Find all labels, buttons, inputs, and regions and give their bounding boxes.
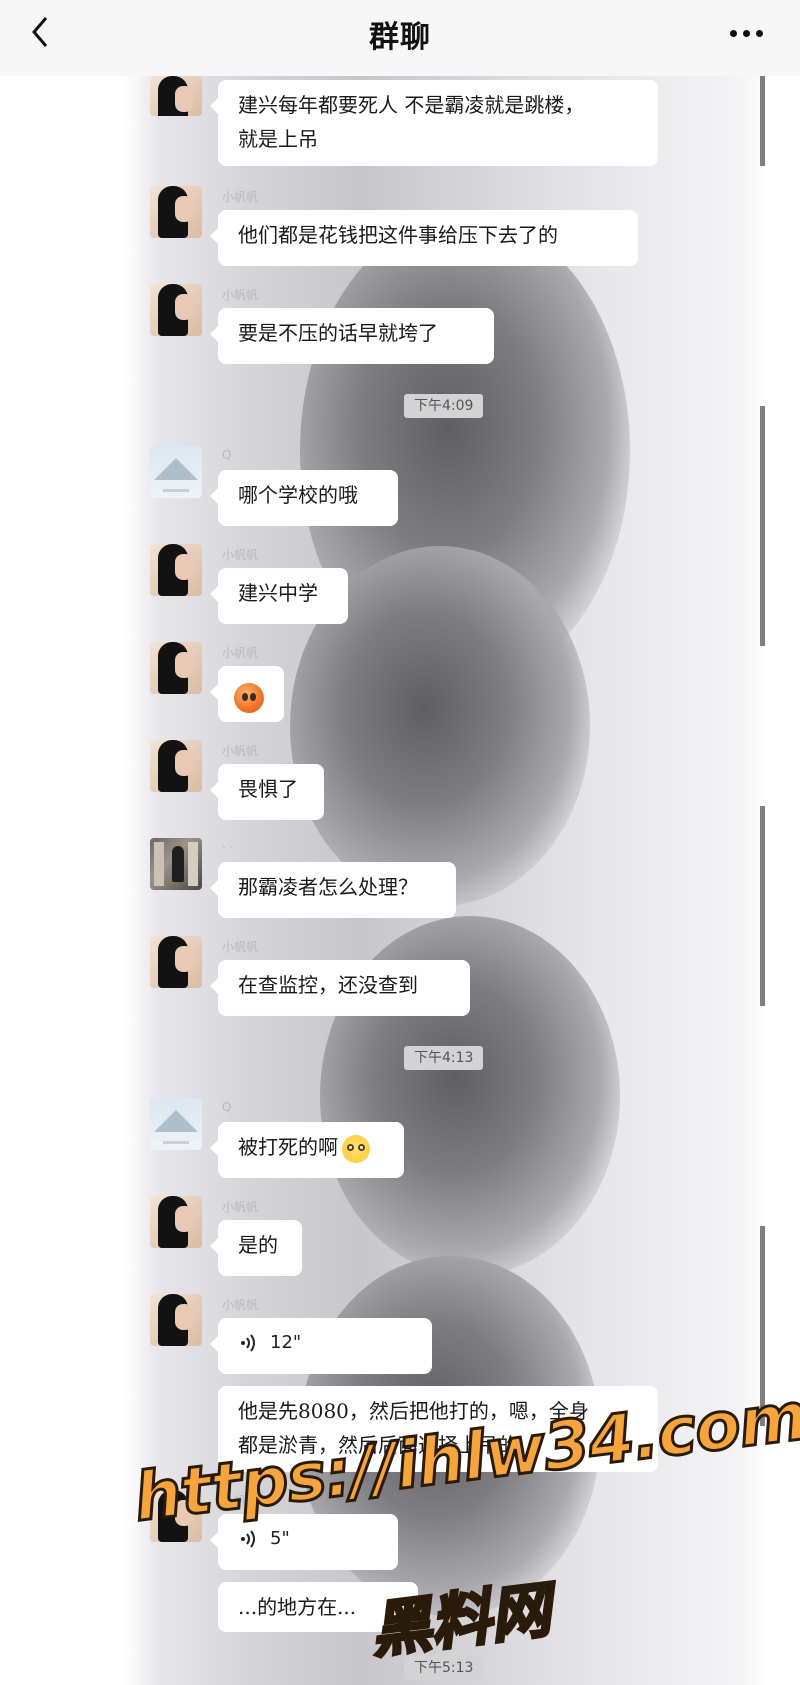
message-text: 哪个学校的哦 [238, 483, 358, 507]
message-bubble[interactable]: 要是不压的话早就垮了 [210, 308, 494, 364]
background-edge [760, 406, 765, 646]
message-text: 建兴每年都要死人 不是霸凌就是跳楼， 就是上吊 [238, 93, 585, 151]
flushed-face-emoji [342, 1134, 370, 1163]
sender-nickname: Q [222, 448, 232, 462]
voice-wave-icon [241, 1530, 255, 1548]
message-text: 他是先8080，然后把他打的，嗯，全身 都是淤青，然后后面选择上吊的. [238, 1399, 589, 1457]
message-text: 在查监控，还没查到 [238, 973, 418, 997]
voice-message-bubble[interactable]: 12" [210, 1318, 432, 1374]
message-bubble[interactable]: ...的地方在... [218, 1582, 418, 1632]
message-bubble[interactable]: 是的 [210, 1220, 302, 1276]
avatar[interactable] [150, 446, 202, 498]
sender-nickname: 小帆帆 [222, 1298, 259, 1312]
more-horizontal-icon[interactable] [730, 22, 774, 38]
message-bubble[interactable]: 哪个学校的哦 [210, 470, 398, 526]
sender-nickname: 小帆帆 [222, 288, 259, 302]
scared-face-emoji [234, 682, 264, 713]
avatar[interactable] [150, 936, 202, 988]
message-bubble[interactable]: 他是先8080，然后把他打的，嗯，全身 都是淤青，然后后面选择上吊的. [218, 1386, 658, 1472]
avatar[interactable] [150, 740, 202, 792]
message-text: 建兴中学 [238, 581, 318, 605]
sender-nickname: 小帆帆 [222, 190, 259, 204]
message-text: 被打死的啊 [238, 1135, 338, 1159]
chat-area[interactable]: 建兴每年都要死人 不是霸凌就是跳楼， 就是上吊 小帆帆 他们都是花钱把这件事给压… [0, 76, 800, 1685]
avatar[interactable] [150, 1196, 202, 1248]
sender-nickname: 小帆帆 [222, 1494, 259, 1508]
message-bubble[interactable]: 被打死的啊 [210, 1122, 404, 1178]
sender-nickname: 小帆帆 [222, 646, 259, 660]
message-bubble[interactable]: 他们都是花钱把这件事给压下去了的 [210, 210, 638, 266]
message-text: 那霸凌者怎么处理？ [238, 875, 418, 899]
timestamp: 下午5:13 [404, 1656, 484, 1680]
voice-duration: 12" [270, 1332, 302, 1353]
page-title: 群聊 [369, 20, 431, 55]
message-text: 他们都是花钱把这件事给压下去了的 [238, 223, 558, 247]
background-edge [760, 806, 765, 1006]
avatar[interactable] [150, 1294, 202, 1346]
message-bubble[interactable]: 在查监控，还没查到 [210, 960, 470, 1016]
message-text: ...的地方在... [238, 1595, 357, 1619]
sender-nickname: Q [222, 1100, 232, 1114]
sender-nickname: 小帆帆 [222, 940, 259, 954]
avatar[interactable] [150, 76, 202, 116]
sender-nickname: 小帆帆 [222, 744, 259, 758]
message-text: 要是不压的话早就垮了 [238, 321, 438, 345]
message-text: 是的 [238, 1233, 278, 1257]
sender-nickname: 小帆帆 [222, 1200, 259, 1214]
message-bubble[interactable]: 建兴每年都要死人 不是霸凌就是跳楼， 就是上吊 [210, 80, 658, 166]
timestamp: 下午4:09 [404, 394, 484, 418]
message-bubble[interactable]: 那霸凌者怎么处理？ [210, 862, 456, 918]
navigation-bar: 群聊 [0, 0, 800, 77]
avatar[interactable] [150, 186, 202, 238]
background-edge [760, 1226, 765, 1426]
avatar[interactable] [150, 284, 202, 336]
background-edge [760, 76, 765, 166]
avatar[interactable] [150, 838, 202, 890]
avatar[interactable] [150, 1490, 202, 1542]
voice-message-bubble[interactable]: 5" [210, 1514, 398, 1570]
timestamp: 下午4:13 [404, 1046, 484, 1070]
sender-nickname: · · [222, 840, 234, 854]
sender-nickname: 小帆帆 [222, 548, 259, 562]
message-bubble[interactable]: 建兴中学 [210, 568, 348, 624]
avatar[interactable] [150, 642, 202, 694]
message-bubble[interactable]: 畏惧了 [210, 764, 324, 820]
avatar[interactable] [150, 544, 202, 596]
message-bubble[interactable] [210, 666, 284, 722]
voice-duration: 5" [270, 1528, 290, 1549]
voice-wave-icon [241, 1334, 255, 1352]
message-text: 畏惧了 [238, 777, 298, 801]
avatar[interactable] [150, 1098, 202, 1150]
